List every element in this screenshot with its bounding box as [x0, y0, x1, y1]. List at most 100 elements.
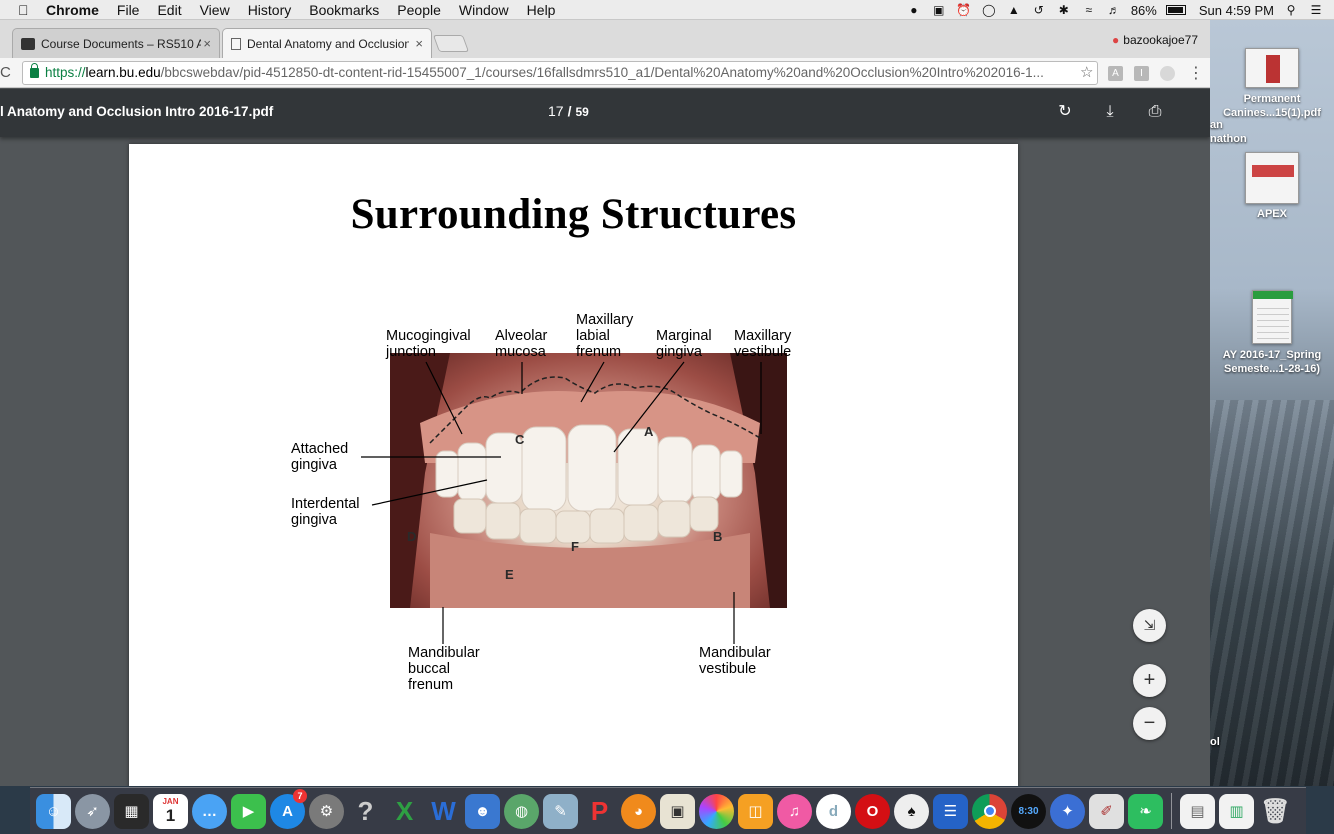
tab-course-documents[interactable]: Course Documents – RS510 A ×: [12, 28, 220, 58]
paintbrush-icon[interactable]: ✐: [1089, 793, 1124, 829]
trash-icon[interactable]: 🗑: [1258, 794, 1293, 829]
zoom-out-button[interactable]: −: [1133, 707, 1166, 740]
macos-menubar:  Chrome File Edit View History Bookmark…: [0, 0, 1334, 20]
safari-icon[interactable]: ✦: [1050, 793, 1085, 829]
menu-view[interactable]: View: [200, 2, 230, 18]
battery-icon[interactable]: [1165, 5, 1186, 15]
photo-browser-icon[interactable]: ▣: [660, 793, 695, 829]
extension-a-icon[interactable]: A: [1108, 66, 1123, 81]
excel-icon[interactable]: X: [387, 794, 422, 829]
solitaire-icon[interactable]: ♠: [894, 793, 929, 829]
dashlane-icon[interactable]: d: [816, 793, 851, 829]
reload-icon[interactable]: C: [0, 64, 11, 81]
itunes-icon[interactable]: ♫: [777, 793, 812, 829]
blackboard-favicon-icon: [21, 37, 35, 50]
mission-control-icon[interactable]: ▦: [114, 793, 149, 829]
desktop-file-label: Permanent Canines...15(1).pdf: [1223, 93, 1321, 119]
chrome-menu-icon[interactable]: ⋮: [1188, 63, 1204, 83]
dropbox-status-icon[interactable]: ▣: [931, 3, 947, 17]
rotate-icon[interactable]: ↻: [1054, 101, 1076, 123]
menu-history[interactable]: History: [248, 2, 292, 18]
notification-center-icon[interactable]: ☰: [1308, 3, 1324, 17]
desktop-clipped-label: ol: [1210, 736, 1220, 748]
finder-icon[interactable]: ☺: [36, 793, 71, 829]
list-app-icon[interactable]: ☰: [933, 793, 968, 829]
evernote-status-icon[interactable]: ●: [906, 3, 922, 17]
spotlight-search-icon[interactable]: ⚲: [1283, 3, 1299, 17]
powerpoint-icon[interactable]: P: [582, 794, 617, 829]
word-icon[interactable]: W: [426, 794, 461, 829]
desktop-file-spreadsheet[interactable]: AY 2016-17_Spring Semeste...1-28-16): [1210, 290, 1334, 376]
menu-app-chrome[interactable]: Chrome: [46, 2, 99, 18]
page-indicator: 17/59: [548, 103, 589, 119]
desktop-file-permanent-canines[interactable]: Permanent Canines...15(1).pdf: [1210, 48, 1334, 120]
network-icon[interactable]: ◍: [504, 793, 539, 829]
profile-icon: ●: [1112, 33, 1120, 47]
preview-icon[interactable]: ✎: [543, 793, 578, 829]
clock-app-icon[interactable]: 8:30: [1011, 793, 1046, 829]
volume-icon[interactable]: ♬: [1106, 3, 1122, 17]
tab-dental-anatomy[interactable]: Dental Anatomy and Occlusion ×: [222, 28, 432, 58]
menu-file[interactable]: File: [117, 2, 140, 18]
pdf-thumbnail-icon: [1245, 48, 1299, 88]
documents-stack-icon[interactable]: ▤: [1180, 793, 1215, 829]
messages-icon[interactable]: …: [192, 793, 227, 829]
print-icon[interactable]: ⎙: [1144, 101, 1166, 123]
download-icon[interactable]: ⤓: [1099, 101, 1121, 123]
downloads-stack-icon[interactable]: ▥: [1219, 793, 1254, 829]
menu-bookmarks[interactable]: Bookmarks: [309, 2, 379, 18]
time-machine-icon[interactable]: ↺: [1031, 3, 1047, 17]
menu-edit[interactable]: Edit: [157, 2, 181, 18]
shield-status-icon[interactable]: ◯: [981, 3, 997, 17]
tab-close-icon[interactable]: ×: [203, 36, 211, 51]
new-tab-button[interactable]: [432, 35, 470, 52]
desktop-wallpaper: Permanent Canines...15(1).pdf an nathon …: [1210, 20, 1334, 786]
system-preferences-icon[interactable]: ⚙: [309, 793, 344, 829]
label-maxillary-vestibule: Maxillary vestibule: [734, 328, 792, 360]
opera-icon[interactable]: O: [855, 793, 890, 829]
document-favicon-icon: [231, 37, 241, 50]
menu-help[interactable]: Help: [527, 2, 556, 18]
macos-dock: ☺ ➶ ▦ JAN 1 … ▶ A7 ⚙ ? X W ☻ ◍ ✎ P ◕ ▣ ◫…: [30, 787, 1306, 834]
url-host: learn.bu.edu: [85, 65, 161, 80]
menu-window[interactable]: Window: [459, 2, 509, 18]
ibooks-icon[interactable]: ◫: [738, 793, 773, 829]
firefox-icon[interactable]: ◕: [621, 793, 656, 829]
page-separator: /: [567, 103, 572, 119]
bookmark-star-icon[interactable]: ☆: [1080, 63, 1093, 81]
label-mandibular-buccal-frenum: Mandibular buccal frenum: [408, 645, 480, 693]
profile-button[interactable]: ● bazookajoe77: [1112, 33, 1198, 47]
menubar-clock[interactable]: Sun 4:59 PM: [1199, 3, 1274, 18]
tab-title: Dental Anatomy and Occlusion: [247, 36, 409, 51]
menu-people[interactable]: People: [397, 2, 441, 18]
wifi-icon[interactable]: ≈: [1081, 3, 1097, 17]
url-field[interactable]: https://learn.bu.edu/bbcswebdav/pid-4512…: [22, 61, 1098, 85]
bluetooth-icon[interactable]: ✱: [1056, 3, 1072, 17]
calendar-icon[interactable]: JAN 1: [153, 793, 188, 829]
extension-download-icon[interactable]: [1160, 66, 1175, 81]
tab-close-icon[interactable]: ×: [415, 36, 423, 51]
photos-icon[interactable]: [699, 793, 734, 829]
zoom-in-button[interactable]: +: [1133, 664, 1166, 697]
secure-lock-icon: [30, 63, 39, 78]
extension-b-icon[interactable]: I: [1134, 66, 1149, 81]
contacts-icon[interactable]: ☻: [465, 793, 500, 829]
desktop-file-label: AY 2016-17_Spring Semeste...1-28-16): [1222, 349, 1322, 375]
launchpad-icon[interactable]: ➶: [75, 793, 110, 829]
desktop-file-apex[interactable]: APEX: [1210, 152, 1334, 220]
chrome-window: Course Documents – RS510 A × Dental Anat…: [0, 20, 1210, 786]
app-store-icon[interactable]: A7: [270, 788, 307, 829]
alarm-status-icon[interactable]: ⏰: [956, 3, 972, 17]
chrome-icon[interactable]: [972, 793, 1007, 829]
fit-to-page-button[interactable]: ⇲: [1133, 609, 1166, 642]
label-attached-gingiva: Attached gingiva: [291, 441, 349, 473]
help-icon[interactable]: ?: [348, 794, 383, 829]
evernote-icon[interactable]: ❧: [1128, 793, 1163, 829]
current-page-field[interactable]: 17: [548, 103, 564, 119]
battery-percent: 86%: [1130, 2, 1157, 18]
notification-status-icon[interactable]: ▲: [1006, 3, 1022, 17]
facetime-icon[interactable]: ▶: [231, 793, 266, 829]
label-leader-lines: [361, 361, 762, 644]
apple-icon[interactable]: : [18, 2, 34, 18]
clock-app-time: 8:30: [1018, 805, 1039, 817]
